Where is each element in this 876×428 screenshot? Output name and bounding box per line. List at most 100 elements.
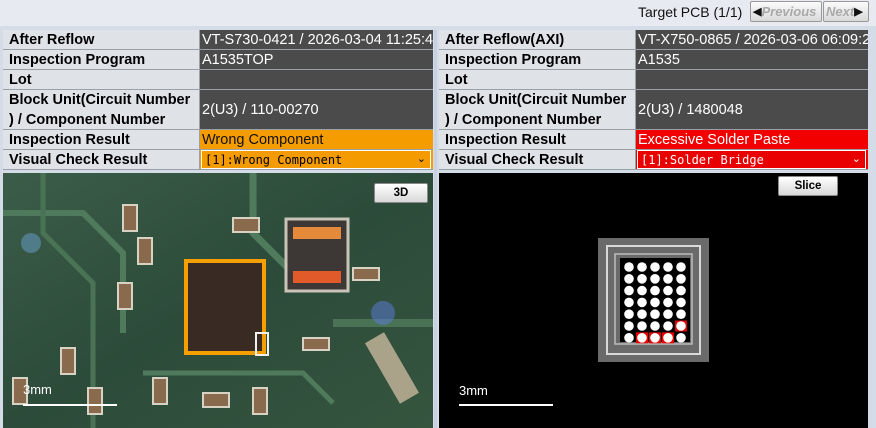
slice-button[interactable]: Slice: [778, 176, 838, 196]
solder-ball: [637, 274, 647, 284]
top-bar: Target PCB (1/1) ◀ Previous Next ▶: [0, 0, 876, 26]
solder-ball: [624, 333, 634, 343]
solder-ball: [650, 262, 660, 272]
solder-ball: [624, 285, 634, 296]
info-label: Visual Check Result: [3, 150, 200, 169]
info-row-inspection-result: Inspection Result Excessive Solder Paste: [439, 130, 868, 150]
info-label: Inspection Result: [3, 130, 200, 149]
solder-ball: [663, 262, 673, 272]
next-label: Next: [826, 4, 855, 19]
solder-ball: [663, 285, 673, 296]
inspection-result-value: Wrong Component: [200, 130, 433, 149]
info-row-lot: Lot: [439, 70, 868, 90]
solder-ball: [676, 321, 686, 331]
next-button[interactable]: Next ▶: [823, 1, 869, 22]
chevron-down-icon: ⌄: [851, 152, 861, 165]
info-label: After Reflow(AXI): [439, 30, 636, 49]
info-value: [636, 70, 868, 89]
solder-ball: [650, 309, 660, 319]
solder-ball: [637, 285, 647, 296]
solder-ball: [624, 262, 634, 272]
info-value: A1535: [636, 50, 868, 69]
info-label: Inspection Program: [3, 50, 200, 69]
solder-ball: [650, 297, 660, 308]
3d-button[interactable]: 3D: [374, 183, 428, 203]
solder-ball: [676, 262, 686, 272]
info-value: 2(U3) / 1480048: [636, 90, 868, 129]
right-panel: After Reflow(AXI) VT-X750-0865 / 2026-03…: [439, 30, 868, 428]
info-label: Visual Check Result: [439, 150, 636, 169]
info-label: Lot: [439, 70, 636, 89]
info-label: Block Unit(Circuit Number ) / Component …: [439, 90, 636, 129]
info-row-block-unit: Block Unit(Circuit Number ) / Component …: [439, 90, 868, 130]
solder-ball: [663, 309, 673, 319]
solder-ball: [650, 333, 660, 343]
info-label: Block Unit(Circuit Number ) / Component …: [3, 90, 200, 129]
solder-ball: [637, 309, 647, 319]
info-value: [200, 70, 433, 89]
visual-check-selected: [1]:Wrong Component: [205, 152, 343, 167]
solder-ball: [637, 262, 647, 272]
info-row-inspection-program: Inspection Program A1535TOP: [3, 50, 433, 70]
solder-ball: [624, 321, 634, 331]
solder-ball: [676, 285, 686, 296]
scale-label: 3mm: [23, 382, 52, 397]
previous-button[interactable]: ◀ Previous: [750, 1, 822, 22]
chevron-down-icon: ⌄: [416, 152, 426, 165]
right-arrow-icon: ▶: [854, 6, 863, 18]
left-info-table: After Reflow VT-S730-0421 / 2026-03-04 1…: [3, 30, 433, 170]
target-pcb-label: Target PCB (1/1): [638, 4, 743, 20]
solder-ball: [676, 297, 686, 308]
solder-ball: [663, 321, 673, 331]
xray-image: Slice 3mm: [439, 173, 868, 428]
info-row-inspection-result: Inspection Result Wrong Component: [3, 130, 433, 150]
scale-bar: [459, 404, 553, 406]
info-row-lot: Lot: [3, 70, 433, 90]
info-row-block-unit: Block Unit(Circuit Number ) / Component …: [3, 90, 433, 130]
info-value: VT-S730-0421 / 2026-03-04 11:25:4: [200, 30, 433, 49]
previous-label: Previous: [761, 4, 817, 19]
scale-label: 3mm: [459, 383, 488, 398]
info-label: After Reflow: [3, 30, 200, 49]
info-row-after-reflow-axi: After Reflow(AXI) VT-X750-0865 / 2026-03…: [439, 30, 868, 50]
info-row-visual-check: Visual Check Result [1]:Solder Bridge ⌄: [439, 150, 868, 170]
visual-check-cell: [1]:Wrong Component ⌄: [200, 150, 433, 169]
info-value: VT-X750-0865 / 2026-03-06 06:09:2: [636, 30, 868, 49]
info-value: 2(U3) / 110-00270: [200, 90, 433, 129]
component-photo: 3D 3mm: [3, 173, 433, 428]
visual-check-select[interactable]: [1]:Wrong Component ⌄: [201, 150, 431, 169]
solder-ball: [637, 321, 647, 331]
solder-ball: [650, 274, 660, 284]
info-row-after-reflow: After Reflow VT-S730-0421 / 2026-03-04 1…: [3, 30, 433, 50]
info-label: Inspection Result: [439, 130, 636, 149]
solder-ball: [637, 297, 647, 308]
solder-ball: [624, 274, 634, 284]
solder-ball: [624, 297, 634, 308]
visual-check-cell: [1]:Solder Bridge ⌄: [636, 150, 868, 169]
scale-bar: [23, 404, 117, 406]
solder-ball: [676, 333, 686, 343]
inspection-result-value: Excessive Solder Paste: [636, 130, 868, 149]
left-arrow-icon: ◀: [753, 6, 762, 18]
solder-ball: [663, 333, 673, 343]
info-value: A1535TOP: [200, 50, 433, 69]
solder-ball: [650, 321, 660, 331]
solder-ball: [663, 274, 673, 284]
right-info-table: After Reflow(AXI) VT-X750-0865 / 2026-03…: [439, 30, 868, 170]
solder-ball: [663, 297, 673, 308]
solder-ball: [637, 333, 647, 343]
panel-divider: [434, 30, 437, 428]
pcb-image: [3, 173, 433, 428]
info-label: Lot: [3, 70, 200, 89]
left-panel: After Reflow VT-S730-0421 / 2026-03-04 1…: [3, 30, 433, 428]
bga-xray: [598, 238, 709, 362]
visual-check-selected: [1]:Solder Bridge: [641, 152, 764, 167]
info-row-visual-check: Visual Check Result [1]:Wrong Component …: [3, 150, 433, 170]
visual-check-select[interactable]: [1]:Solder Bridge ⌄: [637, 150, 866, 169]
solder-ball: [650, 285, 660, 296]
solder-ball: [624, 309, 634, 319]
solder-ball: [676, 274, 686, 284]
info-label: Inspection Program: [439, 50, 636, 69]
info-row-inspection-program: Inspection Program A1535: [439, 50, 868, 70]
solder-ball: [676, 309, 686, 319]
